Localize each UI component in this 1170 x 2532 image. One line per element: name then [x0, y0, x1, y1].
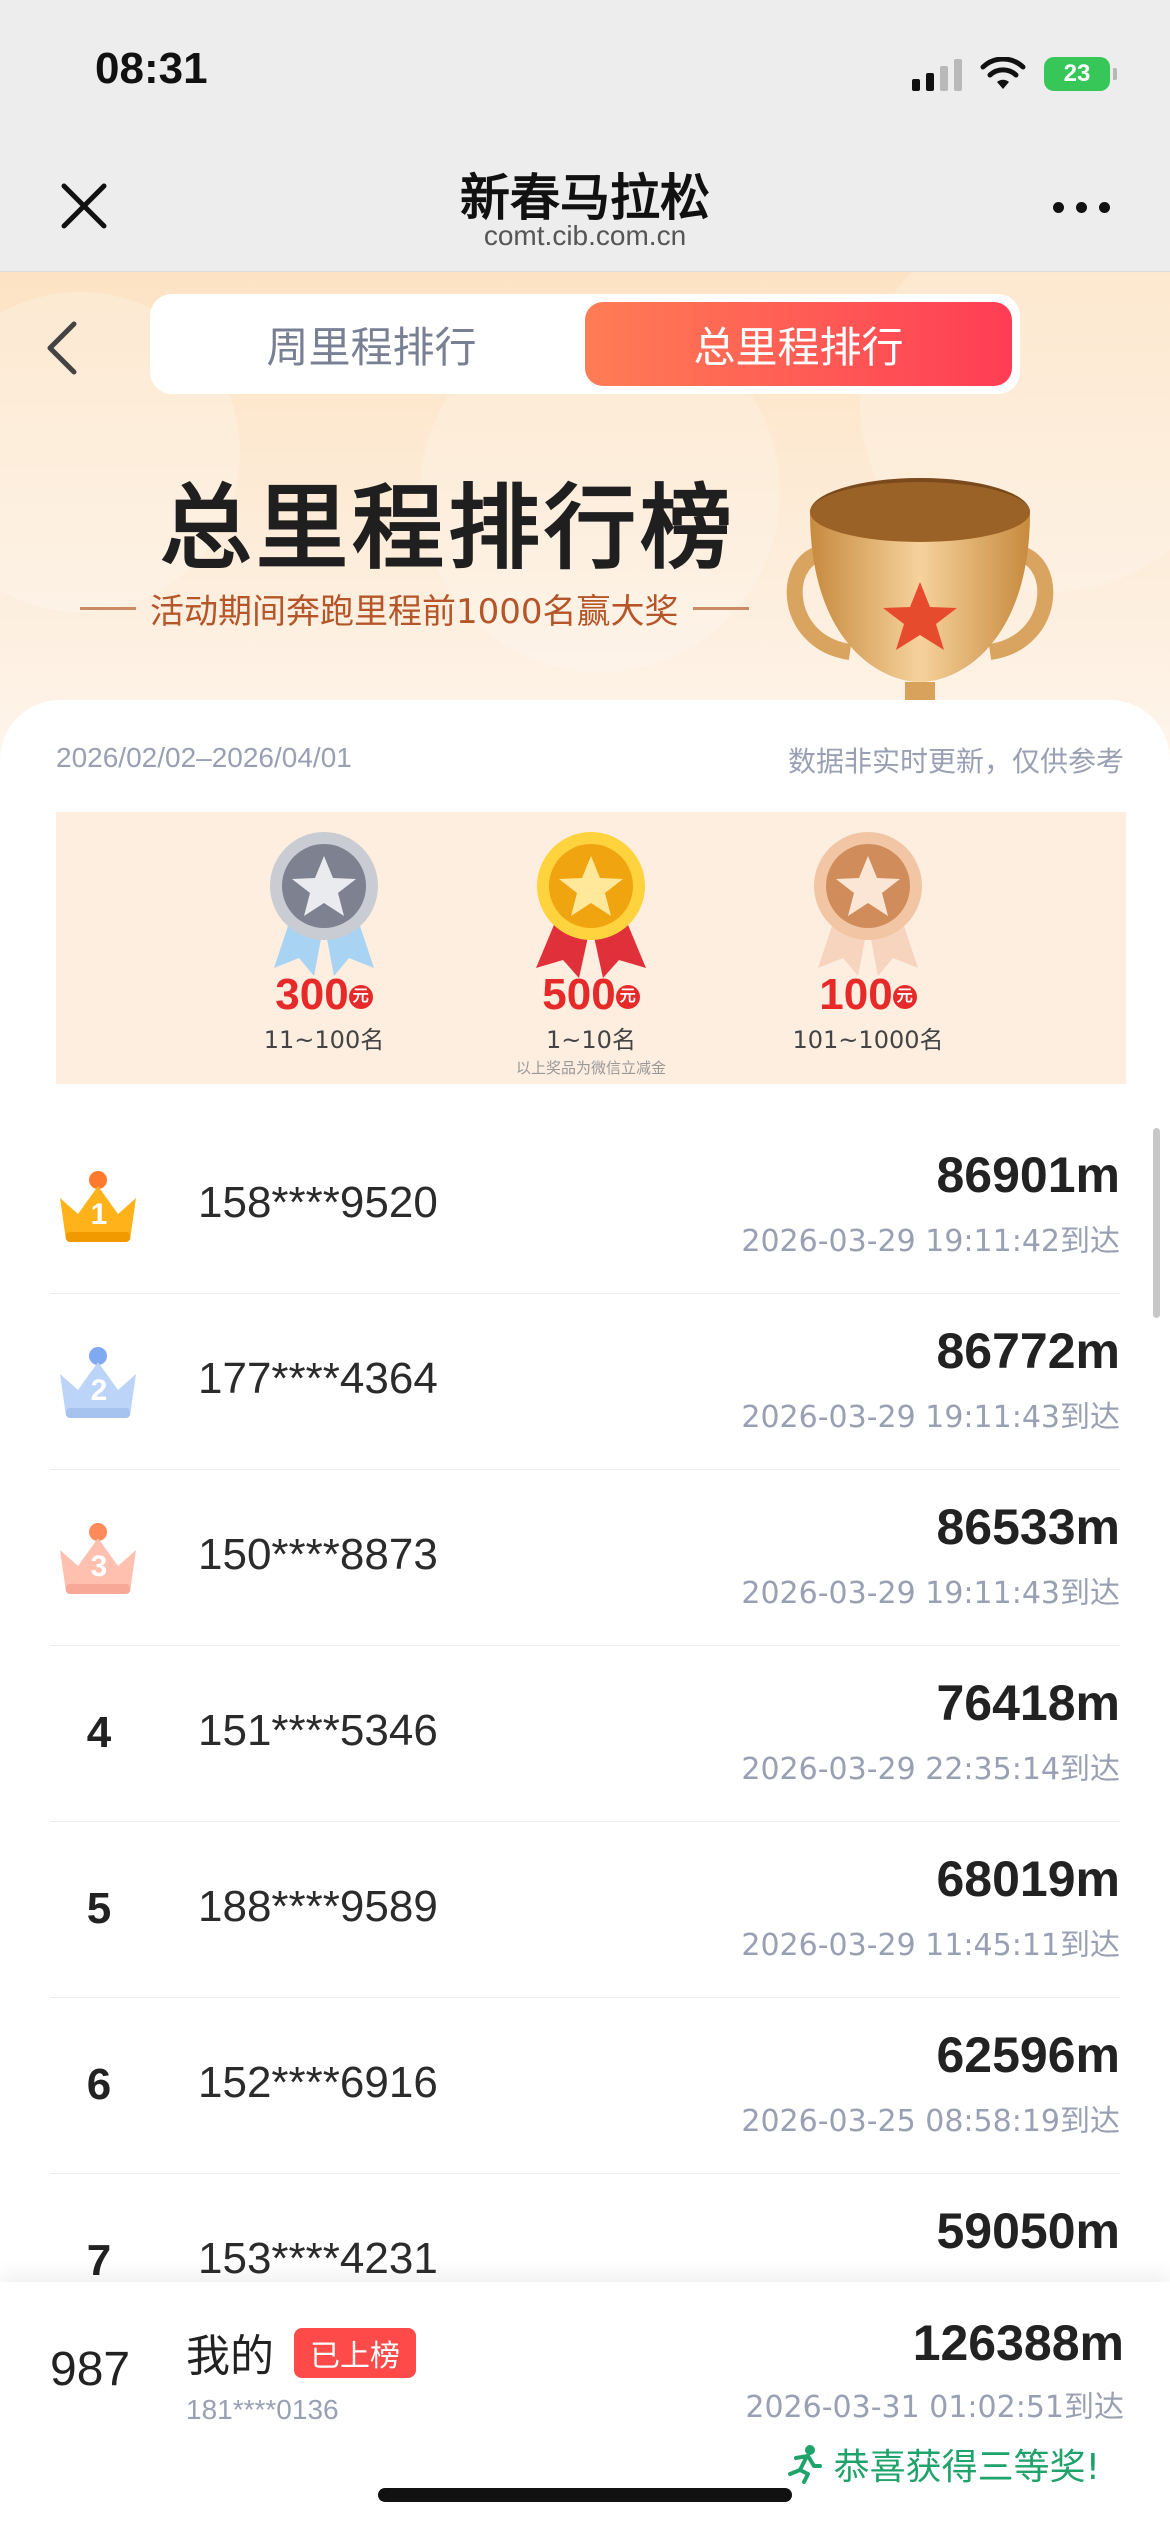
page-domain: comt.cib.com.cn — [483, 220, 687, 251]
user-distance: 62596m — [936, 2027, 1121, 2083]
more-icon[interactable] — [1053, 202, 1110, 213]
my-arrival-time: 2026-03-31 01:02:51到达 — [745, 2390, 1124, 2425]
arrival-time: 2026-03-29 19:11:43到达 — [741, 1576, 1120, 1611]
user-distance: 68019m — [936, 1851, 1121, 1907]
user-phone: 150****8873 — [198, 1530, 438, 1579]
user-phone: 158****9520 — [198, 1178, 438, 1227]
prize-rank-range: 1~10名 — [546, 1026, 636, 1054]
ranking-list: 1 158****9520 86901m 2026-03-29 19:11:42… — [50, 1118, 1120, 2350]
data-disclaimer: 数据非实时更新，仅供参考 — [787, 745, 1124, 778]
user-distance: 86533m — [936, 1499, 1121, 1555]
rank-number: 1 — [90, 1198, 108, 1231]
status-time: 08:31 — [95, 44, 208, 93]
ranking-tabs: 周里程排行 总里程排行 — [150, 294, 1020, 394]
user-phone: 188****9589 — [198, 1882, 438, 1931]
user-distance: 76418m — [936, 1675, 1121, 1731]
prize-third-tier: 100 元 101~1000名 — [768, 828, 968, 1055]
status-icons: 23 — [912, 54, 1117, 94]
arrival-time: 2026-03-29 11:45:11到达 — [741, 1928, 1120, 1963]
scrollbar[interactable] — [1153, 1128, 1160, 1318]
congrats-message: 恭喜获得三等奖! — [784, 2438, 1100, 2490]
prize-amount: 100 元 — [768, 972, 968, 1018]
status-bar: 08:31 23 — [0, 0, 1170, 140]
battery-level: 23 — [1063, 60, 1091, 87]
arrival-time: 2026-03-29 22:35:14到达 — [741, 1752, 1120, 1787]
arrival-time: 2026-03-25 08:58:19到达 — [741, 2104, 1120, 2139]
user-phone: 177****4364 — [198, 1354, 438, 1403]
congrats-text: 恭喜获得三等奖! — [833, 2447, 1100, 2488]
prize-rank-range: 11~100名 — [263, 1026, 385, 1054]
tab-weekly[interactable]: 周里程排行 — [158, 302, 585, 386]
hero-subtitle: 活动期间奔跑里程前1000名赢大奖 — [80, 584, 749, 633]
user-phone: 151****5346 — [198, 1706, 438, 1755]
user-distance: 86772m — [936, 1323, 1121, 1379]
prize-second-tier: 300 元 11~100名 — [224, 828, 424, 1055]
prize-first-tier: 500 元 1~10名 — [491, 828, 691, 1055]
prize-note: 以上奖品为微信立减金 — [515, 1059, 666, 1077]
content-card: 2026/02/02–2026/04/01 数据非实时更新，仅供参考 300 元 … — [0, 700, 1170, 2350]
back-arrow-icon[interactable] — [40, 316, 84, 380]
table-row: 1 158****9520 86901m 2026-03-29 19:11:42… — [50, 1118, 1120, 1294]
user-phone: 152****6916 — [198, 2058, 438, 2107]
on-list-badge: 已上榜 — [294, 2328, 416, 2378]
my-rank-number: 987 — [50, 2343, 131, 2396]
runner-icon — [787, 2445, 822, 2484]
nav-bar: 新春马拉松 comt.cib.com.cn — [0, 140, 1170, 272]
hero-title: 总里程排行榜 — [160, 475, 737, 582]
home-indicator[interactable] — [378, 2488, 792, 2502]
gold-medal-icon — [536, 832, 646, 978]
my-label: 我的 — [186, 2331, 274, 2382]
rank-number: 7 — [86, 2236, 112, 2285]
my-phone: 181****0136 — [186, 2394, 339, 2425]
table-row: 2 177****4364 86772m 2026-03-29 19:11:43… — [50, 1294, 1120, 1470]
bronze-medal-icon — [814, 832, 922, 976]
user-distance: 59050m — [936, 2203, 1121, 2259]
hero-subtitle-text: 活动期间奔跑里程前1000名赢大奖 — [150, 592, 679, 632]
prize-amount: 300 元 — [224, 972, 424, 1018]
battery-charging-icon: 23 — [1044, 57, 1117, 91]
silver-medal-icon — [270, 832, 378, 976]
prize-amount: 500 元 — [491, 972, 691, 1018]
table-row: 3 150****8873 86533m 2026-03-29 19:11:43… — [50, 1470, 1120, 1646]
rank-number: 2 — [90, 1374, 108, 1407]
signal-icon — [912, 57, 962, 91]
user-distance: 86901m — [936, 1147, 1121, 1203]
wifi-icon — [980, 57, 1026, 89]
user-phone: 153****4231 — [198, 2234, 438, 2283]
my-distance: 126388m — [912, 2315, 1124, 2371]
table-row: 6 152****6916 62596m 2026-03-25 08:58:19… — [50, 1998, 1120, 2174]
table-row: 4 151****5346 76418m 2026-03-29 22:35:14… — [50, 1646, 1120, 1822]
prize-panel: 300 元 11~100名 500 元 1~10名 100 元 101~1000… — [56, 812, 1126, 1084]
rank-number: 4 — [86, 1708, 112, 1757]
arrival-time: 2026-03-29 19:11:42到达 — [741, 1224, 1120, 1259]
table-row: 5 188****9589 68019m 2026-03-29 11:45:11… — [50, 1822, 1120, 1998]
rank-number: 5 — [86, 1884, 112, 1933]
date-range: 2026/02/02–2026/04/01 — [56, 742, 352, 773]
prize-rank-range: 101~1000名 — [792, 1026, 944, 1054]
rank-number: 6 — [86, 2060, 112, 2109]
tab-total[interactable]: 总里程排行 — [585, 302, 1012, 386]
rank-number: 3 — [90, 1550, 108, 1583]
arrival-time: 2026-03-29 19:11:43到达 — [741, 1400, 1120, 1435]
